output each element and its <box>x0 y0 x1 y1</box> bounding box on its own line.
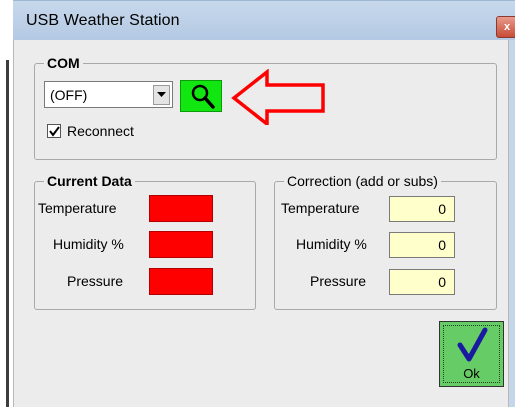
correction-humidity-input[interactable]: 0 <box>389 232 455 258</box>
reconnect-checkbox[interactable] <box>47 124 61 138</box>
correction-group-title: Correction (add or subs) <box>284 173 441 189</box>
current-pressure-value <box>149 268 213 295</box>
com-port-value: (OFF) <box>50 87 88 103</box>
chevron-down-icon <box>157 92 166 97</box>
correction-temperature-input[interactable]: 0 <box>389 196 455 222</box>
correction-pressure-label: Pressure <box>310 273 367 289</box>
usb-weather-station-window: USB Weather Station x COM (OFF) Reconnec… <box>0 0 515 407</box>
current-temperature-value <box>149 195 213 222</box>
com-port-select[interactable]: (OFF) <box>44 81 173 108</box>
ok-button[interactable]: Ok <box>439 321 504 387</box>
window-title: USB Weather Station <box>26 12 180 29</box>
checkmark-icon <box>457 327 488 362</box>
com-group-title: COM <box>44 55 83 71</box>
reconnect-label: Reconnect <box>67 123 134 139</box>
background-window-edge <box>0 0 13 407</box>
current-pressure-label: Pressure <box>67 273 124 289</box>
search-port-button[interactable] <box>180 80 222 112</box>
close-icon: x <box>503 21 511 33</box>
close-button[interactable]: x <box>496 16 515 38</box>
dialog-client-area: COM (OFF) Reconnect Current Data Tempera… <box>13 40 509 407</box>
current-data-group: Current Data Temperature Humidity % Pres… <box>34 173 256 310</box>
current-humidity-value <box>149 231 213 258</box>
current-temperature-label: Temperature <box>38 200 117 216</box>
magnifier-icon <box>191 84 215 109</box>
correction-temperature-label: Temperature <box>281 200 360 216</box>
current-data-group-title: Current Data <box>44 173 135 189</box>
com-group: COM (OFF) Reconnect <box>34 55 497 160</box>
current-humidity-label: Humidity % <box>53 236 124 252</box>
title-bar[interactable]: USB Weather Station x <box>13 0 515 40</box>
check-icon <box>49 126 60 137</box>
correction-humidity-label: Humidity % <box>296 236 367 252</box>
correction-pressure-input[interactable]: 0 <box>389 269 455 295</box>
correction-group: Correction (add or subs) Temperature 0 H… <box>274 173 497 310</box>
dropdown-arrow-button[interactable] <box>153 85 170 105</box>
window-right-frame <box>509 40 515 407</box>
red-arrow-annotation <box>231 69 325 125</box>
ok-button-label: Ok <box>463 366 480 381</box>
